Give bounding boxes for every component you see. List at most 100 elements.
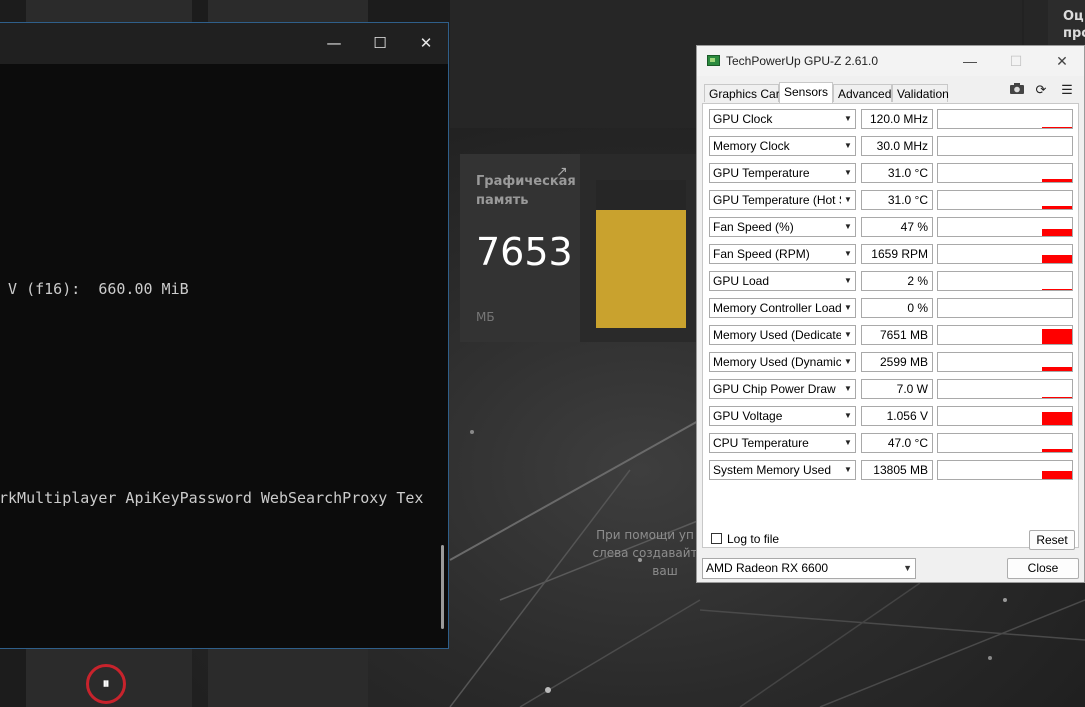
sensor-row: Memory Used (Dynamic) ▼ 2599 MB xyxy=(709,352,1081,374)
sensor-graph xyxy=(937,298,1073,318)
tab-advanced[interactable]: Advanced xyxy=(833,84,892,102)
sensor-row: System Memory Used ▼ 13805 MB xyxy=(709,460,1081,482)
sensor-value: 7.0 W xyxy=(861,379,933,399)
gpuz-titlebar[interactable]: TechPowerUp GPU-Z 2.61.0 — ☐ ✕ xyxy=(697,46,1084,76)
sensor-value: 47.0 °C xyxy=(861,433,933,453)
chevron-down-icon: ▼ xyxy=(841,353,855,371)
vram-value: 7653 xyxy=(476,230,573,274)
minimize-button[interactable]: — xyxy=(311,23,357,64)
hint-line: слева создавайт xyxy=(592,546,698,560)
sensor-name-dropdown[interactable]: Memory Used (Dynamic) ▼ xyxy=(709,352,856,372)
chevron-down-icon: ▼ xyxy=(841,110,855,128)
tab-sensors[interactable]: Sensors xyxy=(779,82,833,103)
close-dialog-button[interactable]: Close xyxy=(1007,558,1079,579)
sensor-graph-fill xyxy=(1042,449,1072,452)
sensor-name-dropdown[interactable]: Fan Speed (RPM) ▼ xyxy=(709,244,856,264)
right-strip-line: Оц xyxy=(1063,9,1084,24)
vram-usage-fill xyxy=(596,209,686,328)
sensor-name-dropdown[interactable]: GPU Temperature ▼ xyxy=(709,163,856,183)
sensor-value: 31.0 °C xyxy=(861,163,933,183)
hint-line: ваш xyxy=(652,564,678,578)
sensor-name: Memory Used (Dynamic) xyxy=(713,355,846,369)
sensor-graph xyxy=(937,163,1073,183)
sensor-name-dropdown[interactable]: Memory Used (Dedicated) ▼ xyxy=(709,325,856,345)
gpuz-logo-icon xyxy=(707,55,720,66)
sensor-graph xyxy=(937,379,1073,399)
sensor-row: GPU Chip Power Draw ▼ 7.0 W xyxy=(709,379,1081,401)
sensor-row: Memory Clock ▼ 30.0 MHz xyxy=(709,136,1081,158)
sensor-graph xyxy=(937,271,1073,291)
right-strip-line: про xyxy=(1063,26,1085,41)
sensor-name: GPU Temperature (Hot Spot) xyxy=(713,193,856,207)
sensor-graph-fill xyxy=(1042,127,1072,128)
gpu-select-value: AMD Radeon RX 6600 xyxy=(706,561,829,575)
tab-validation[interactable]: Validation xyxy=(892,84,949,102)
terminal-titlebar[interactable]: — ☐ ✕ xyxy=(0,23,448,64)
sensor-graph xyxy=(937,217,1073,237)
tab-graphics-card[interactable]: Graphics Card xyxy=(704,84,786,102)
sensor-graph xyxy=(937,109,1073,129)
sensor-value: 7651 MB xyxy=(861,325,933,345)
sensor-name-dropdown[interactable]: GPU Chip Power Draw ▼ xyxy=(709,379,856,399)
chevron-down-icon: ▼ xyxy=(841,380,855,398)
sensor-name-dropdown[interactable]: Memory Controller Load ▼ xyxy=(709,298,856,318)
gpuz-maximize-button: ☐ xyxy=(1009,53,1023,69)
expand-arrow-icon[interactable]: ↗ xyxy=(556,164,568,180)
sensor-row: GPU Voltage ▼ 1.056 V xyxy=(709,406,1081,428)
sensor-name: System Memory Used xyxy=(713,463,832,477)
maximize-button[interactable]: ☐ xyxy=(357,23,403,64)
reset-button[interactable]: Reset xyxy=(1029,530,1075,550)
sensor-graph xyxy=(937,244,1073,264)
gpuz-close-button[interactable]: ✕ xyxy=(1039,46,1085,76)
sensor-name-dropdown[interactable]: GPU Voltage ▼ xyxy=(709,406,856,426)
gpuz-window[interactable]: TechPowerUp GPU-Z 2.61.0 — ☐ ✕ Graphics … xyxy=(696,45,1085,583)
chevron-down-icon: ▼ xyxy=(841,164,855,182)
sensor-name-dropdown[interactable]: System Memory Used ▼ xyxy=(709,460,856,480)
sensor-graph xyxy=(937,325,1073,345)
sensor-graph-fill xyxy=(1042,289,1072,290)
sensor-graph xyxy=(937,136,1073,156)
gpuz-minimize-button[interactable]: — xyxy=(947,46,993,76)
sensor-graph-fill xyxy=(1042,412,1072,425)
sensor-name-dropdown[interactable]: Memory Clock ▼ xyxy=(709,136,856,156)
log-checkbox-box[interactable] xyxy=(711,533,722,544)
sensor-name-dropdown[interactable]: CPU Temperature ▼ xyxy=(709,433,856,453)
camera-icon[interactable] xyxy=(1007,82,1027,98)
vram-usage-bar xyxy=(596,180,686,328)
gpu-select-dropdown[interactable]: AMD Radeon RX 6600 ▼ xyxy=(702,558,916,579)
sensor-graph-fill xyxy=(1042,254,1072,263)
sensor-name-dropdown[interactable]: GPU Load ▼ xyxy=(709,271,856,291)
chevron-down-icon: ▼ xyxy=(841,272,855,290)
hint-line: При помощи уп xyxy=(596,528,694,542)
sensor-row: Memory Controller Load ▼ 0 % xyxy=(709,298,1081,320)
sensor-graph-fill xyxy=(1042,206,1072,209)
sensor-graph xyxy=(937,406,1073,426)
sensor-row: Memory Used (Dedicated) ▼ 7651 MB xyxy=(709,325,1081,347)
close-button[interactable]: ✕ xyxy=(403,23,449,64)
sensor-row: Fan Speed (RPM) ▼ 1659 RPM xyxy=(709,244,1081,266)
sensor-name: GPU Chip Power Draw xyxy=(713,382,836,396)
sensor-value: 120.0 MHz xyxy=(861,109,933,129)
sensor-graph xyxy=(937,352,1073,372)
sensor-name-dropdown[interactable]: GPU Clock ▼ xyxy=(709,109,856,129)
chevron-down-icon: ▼ xyxy=(841,299,855,317)
vram-unit: МБ xyxy=(476,310,495,324)
sensor-value: 13805 MB xyxy=(861,460,933,480)
hint-text: При помощи уп слева создавайт ваш xyxy=(590,526,700,580)
sensor-name-dropdown[interactable]: Fan Speed (%) ▼ xyxy=(709,217,856,237)
sensor-row: Fan Speed (%) ▼ 47 % xyxy=(709,217,1081,239)
menu-icon[interactable]: ☰ xyxy=(1057,82,1077,98)
refresh-icon[interactable]: ⟳ xyxy=(1031,82,1051,98)
chevron-down-icon: ▼ xyxy=(841,137,855,155)
sensor-value: 1.056 V xyxy=(861,406,933,426)
recovery-button[interactable]: ⏸ xyxy=(86,664,126,704)
vram-card[interactable]: Графическая память ↗ 7653 МБ xyxy=(460,154,700,342)
sensor-row: GPU Temperature (Hot Spot) ▼ 31.0 °C xyxy=(709,190,1081,212)
sensor-name: GPU Load xyxy=(713,274,770,288)
sensor-graph-fill xyxy=(1042,228,1072,236)
sensor-name-dropdown[interactable]: GPU Temperature (Hot Spot) ▼ xyxy=(709,190,856,210)
terminal-scrollbar[interactable] xyxy=(441,545,444,629)
chevron-down-icon: ▼ xyxy=(841,461,855,479)
sensor-value: 0 % xyxy=(861,298,933,318)
terminal-window[interactable]: — ☐ ✕ V (f16): 660.00 MiB rkMultiplayer … xyxy=(0,22,449,649)
